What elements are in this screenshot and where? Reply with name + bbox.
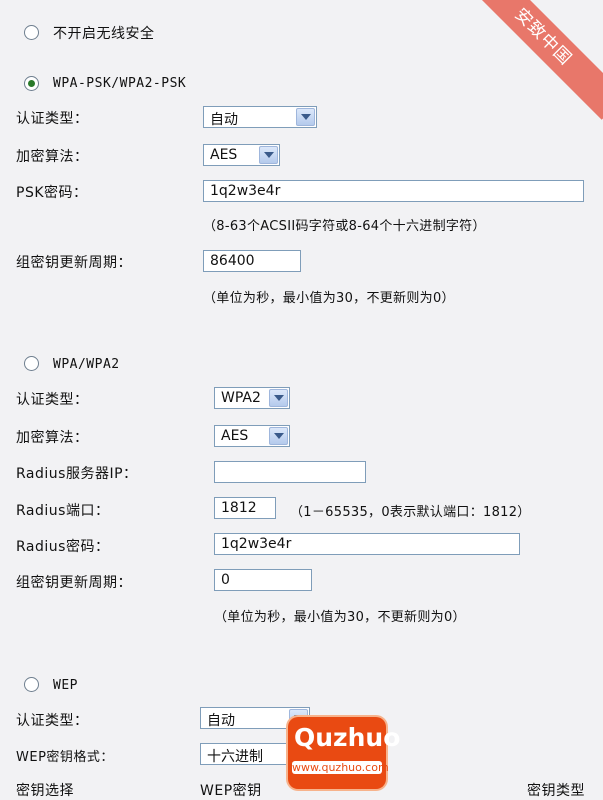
radio-no-security[interactable]: [24, 25, 39, 40]
psk-auth-value: 自动: [210, 112, 238, 128]
wpa-period-label: 组密钥更新周期：: [16, 575, 132, 591]
psk-auth-label: 认证类型：: [16, 111, 89, 127]
wpa-period-value: 0: [221, 572, 230, 588]
wpa-enc-value: AES: [221, 428, 249, 444]
wep-auth-value: 自动: [207, 713, 235, 729]
col-key-select: 密钥选择: [16, 783, 74, 799]
wpa-period-hint: （单位为秒，最小值为30，不更新则为0）: [214, 610, 466, 625]
radius-ip-label: Radius服务器IP：: [16, 466, 138, 482]
psk-enc-label: 加密算法：: [16, 149, 89, 165]
col-key-type: 密钥类型: [527, 783, 585, 799]
chevron-down-icon[interactable]: [259, 146, 278, 164]
radius-password-input[interactable]: 1q2w3e4r: [214, 533, 520, 555]
radius-ip-input[interactable]: [214, 461, 366, 483]
radius-password-label: Radius密码：: [16, 539, 110, 555]
wpa-enc-label: 加密算法：: [16, 430, 89, 446]
wep-label: WEP: [53, 678, 78, 693]
wpa-enc-select[interactable]: AES: [214, 425, 290, 447]
radius-port-label: Radius端口：: [16, 503, 110, 519]
psk-password-value: 1q2w3e4r: [210, 183, 281, 199]
wpa-label: WPA/WPA2: [53, 357, 120, 372]
corner-badge: 安致中国: [460, 0, 603, 120]
wpa-auth-label: 认证类型：: [16, 392, 89, 408]
radio-wpa[interactable]: [24, 356, 39, 371]
psk-enc-select[interactable]: AES: [203, 144, 280, 166]
radius-port-input[interactable]: 1812: [214, 497, 276, 519]
watermark-brand: Quzhuo: [294, 723, 401, 752]
chevron-down-icon[interactable]: [269, 427, 288, 445]
psk-period-input[interactable]: 86400: [203, 250, 301, 272]
wpa-auth-value: WPA2: [221, 390, 261, 406]
chevron-down-icon[interactable]: [269, 389, 288, 407]
psk-period-value: 86400: [210, 253, 255, 269]
wep-format-value: 十六进制: [207, 749, 263, 765]
radio-selected-dot: [28, 80, 35, 87]
watermark-url: www.quzhuo.com: [292, 761, 389, 774]
radius-password-value: 1q2w3e4r: [221, 536, 292, 552]
wpa-auth-select[interactable]: WPA2: [214, 387, 290, 409]
radio-wpa-psk[interactable]: [24, 76, 39, 91]
psk-period-label: 组密钥更新周期：: [16, 255, 132, 271]
radius-port-hint: （1－65535，0表示默认端口：1812）: [290, 505, 531, 520]
psk-password-hint: （8-63个ACSII码字符或8-64个十六进制字符）: [203, 219, 486, 234]
col-wep-key: WEP密钥: [200, 783, 262, 799]
psk-password-label: PSK密码：: [16, 185, 88, 201]
chevron-down-icon[interactable]: [296, 108, 315, 126]
radius-port-value: 1812: [221, 500, 257, 516]
wep-format-label: WEP密钥格式：: [16, 750, 114, 765]
wpa-psk-label: WPA-PSK/WPA2-PSK: [53, 76, 187, 91]
psk-period-hint: （单位为秒，最小值为30，不更新则为0）: [203, 291, 455, 306]
psk-auth-select[interactable]: 自动: [203, 106, 317, 128]
psk-password-input[interactable]: 1q2w3e4r: [203, 180, 584, 202]
wpa-period-input[interactable]: 0: [214, 569, 312, 591]
no-security-label: 不开启无线安全: [53, 26, 155, 42]
wep-auth-label: 认证类型：: [16, 713, 89, 729]
psk-enc-value: AES: [210, 147, 238, 163]
quzhuo-watermark: Quzhuo www.quzhuo.com: [288, 717, 400, 789]
radio-wep[interactable]: [24, 677, 39, 692]
